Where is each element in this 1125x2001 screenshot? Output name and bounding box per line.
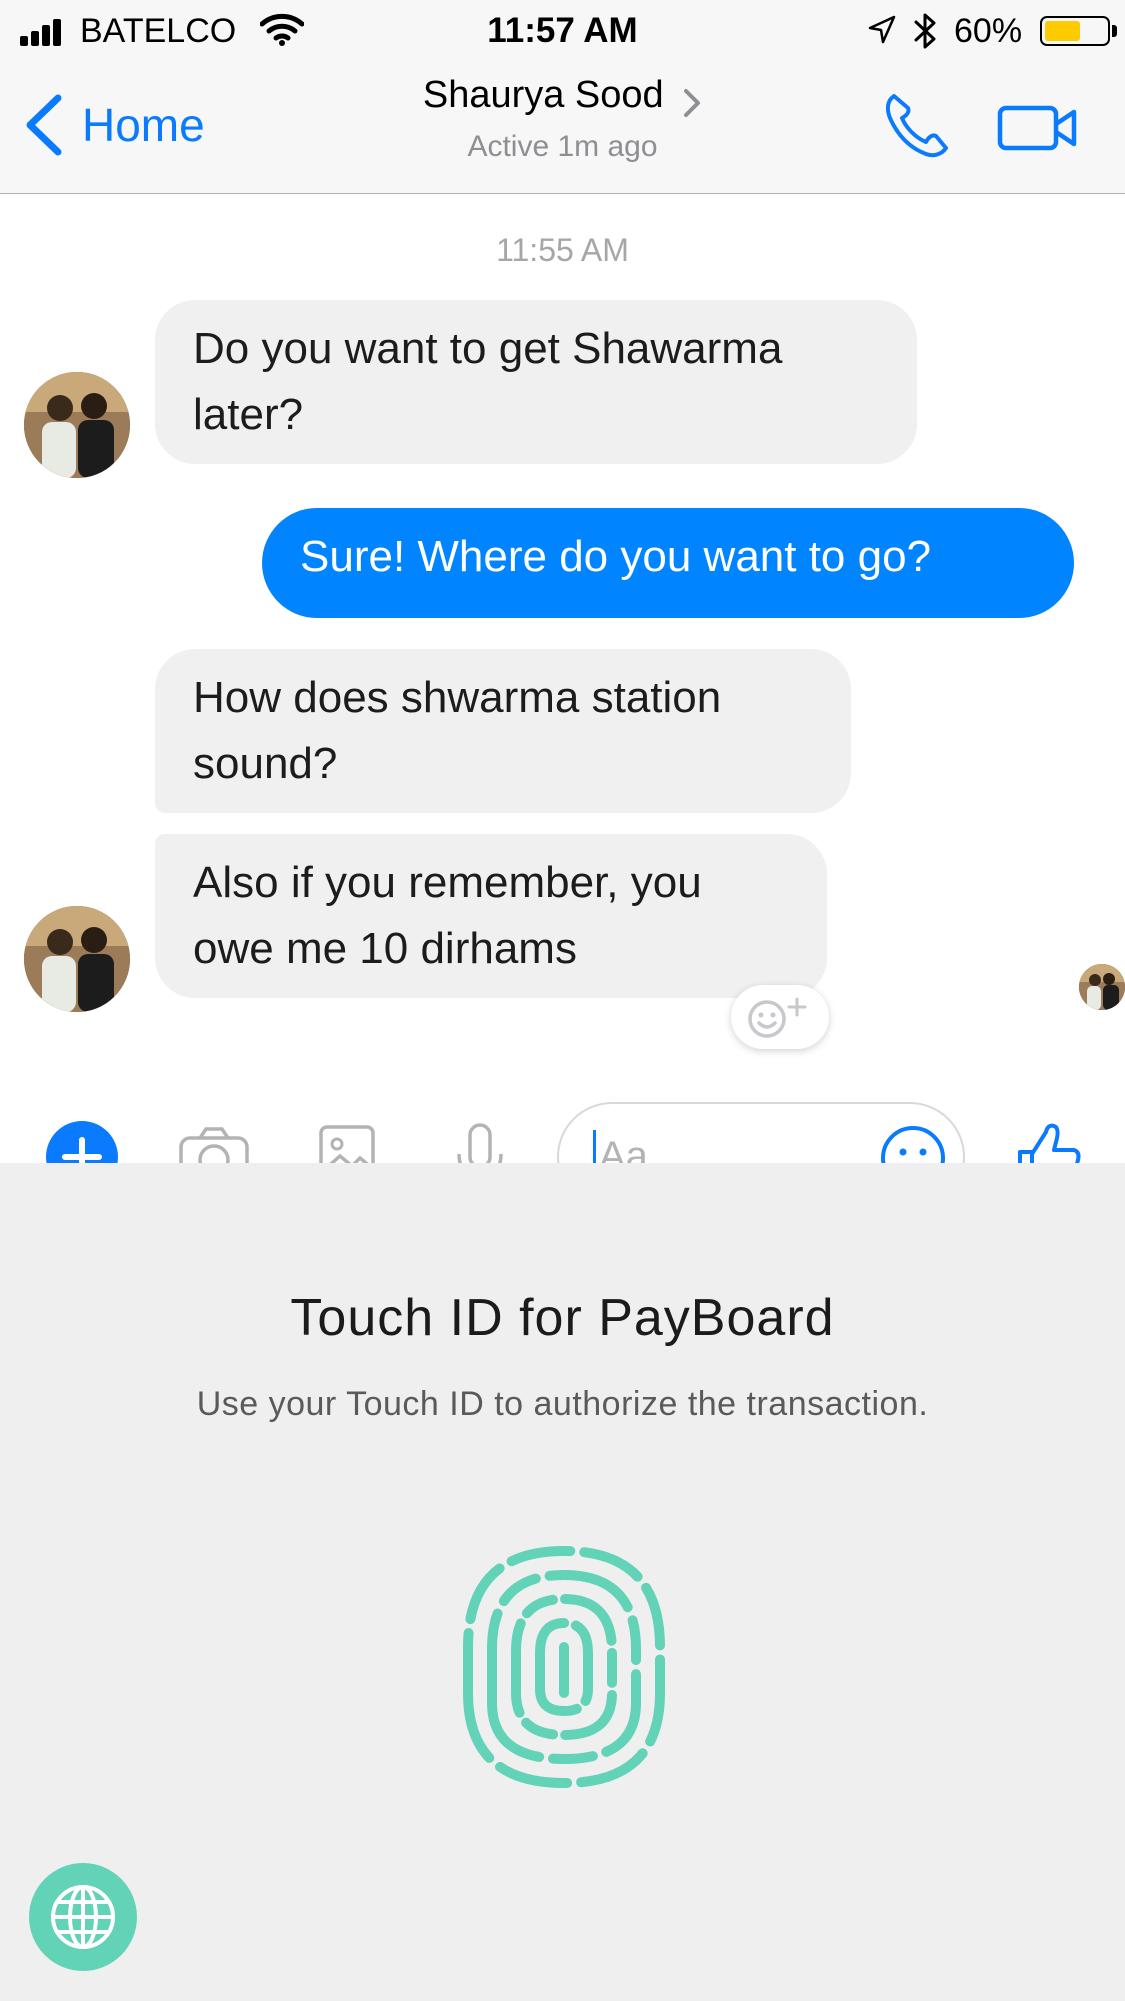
camera-icon <box>179 1127 249 1163</box>
message-text: Sure! Where do you want to go? <box>300 532 932 581</box>
globe-icon <box>51 1885 115 1949</box>
like-button[interactable] <box>1016 1120 1082 1163</box>
message-text: sound? <box>193 739 338 788</box>
camera-button[interactable] <box>178 1126 250 1163</box>
contact-avatar[interactable] <box>24 906 130 1012</box>
location-icon <box>866 14 898 51</box>
battery-nub <box>1112 25 1117 37</box>
status-bar: BATELCO 11:57 AM 60% <box>0 0 1125 60</box>
fingerprint-icon[interactable] <box>460 1543 668 1791</box>
more-actions-button[interactable] <box>45 1120 119 1163</box>
message-text: How does shwarma station <box>193 673 722 722</box>
video-call-button[interactable] <box>996 98 1080 158</box>
message-bubble-sent[interactable]: Sure! Where do you want to go? <box>262 508 1074 618</box>
touch-id-subtitle: Use your Touch ID to authorize the trans… <box>196 1385 929 1423</box>
emoji-icon[interactable] <box>879 1124 947 1163</box>
message-composer: Aa <box>0 1100 1125 1163</box>
photo-icon <box>319 1125 375 1163</box>
microphone-icon <box>457 1123 503 1163</box>
video-camera-icon <box>997 105 1077 151</box>
avatar-photo <box>24 372 130 478</box>
contact-avatar[interactable] <box>24 372 130 478</box>
chevron-right-icon <box>684 88 701 117</box>
battery-level <box>1045 21 1081 41</box>
thumbs-up-icon <box>1018 1123 1081 1163</box>
bluetooth-icon <box>912 12 940 55</box>
battery-icon <box>1040 16 1110 46</box>
message-input[interactable]: Aa <box>557 1102 965 1163</box>
contact-name: Shaurya Sood <box>422 74 664 116</box>
touch-id-title: Touch ID for PayBoard <box>290 1289 835 1347</box>
voice-message-button[interactable] <box>453 1122 507 1163</box>
battery-percent: 60% <box>954 12 1023 50</box>
contact-status: Active 1m ago <box>467 130 658 163</box>
message-input-placeholder: Aa <box>599 1134 648 1163</box>
photo-button[interactable] <box>318 1124 376 1163</box>
message-text: Also if you remember, you <box>193 858 702 907</box>
message-text: owe me 10 dirhams <box>193 924 577 973</box>
avatar-photo <box>24 906 130 1012</box>
avatar-photo <box>1079 964 1125 1010</box>
add-reaction-button[interactable] <box>731 985 829 1049</box>
message-text: Do you want to get Shawarma <box>193 324 783 373</box>
touch-id-panel: Touch ID for PayBoard Use your Touch ID … <box>0 1163 1125 2001</box>
message-bubble-received[interactable]: Also if you remember, you owe me 10 dirh… <box>155 834 827 998</box>
text-caret <box>593 1130 596 1163</box>
message-bubble-received[interactable]: Do you want to get Shawarma later? <box>155 300 917 464</box>
phone-icon <box>885 94 948 158</box>
phone-call-button[interactable] <box>880 90 952 162</box>
switch-keyboard-button[interactable] <box>29 1863 137 1971</box>
read-receipt-avatar <box>1079 964 1125 1010</box>
plus-icon <box>46 1121 118 1163</box>
contact-info-button[interactable]: Shaurya Sood <box>0 74 1125 119</box>
emoji-plus-icon <box>748 997 807 1038</box>
conversation-header: Home Shaurya Sood Active 1m ago <box>0 60 1125 194</box>
message-timestamp: 11:55 AM <box>496 232 629 268</box>
message-text: later? <box>193 390 304 439</box>
message-bubble-received[interactable]: How does shwarma station sound? <box>155 649 851 813</box>
